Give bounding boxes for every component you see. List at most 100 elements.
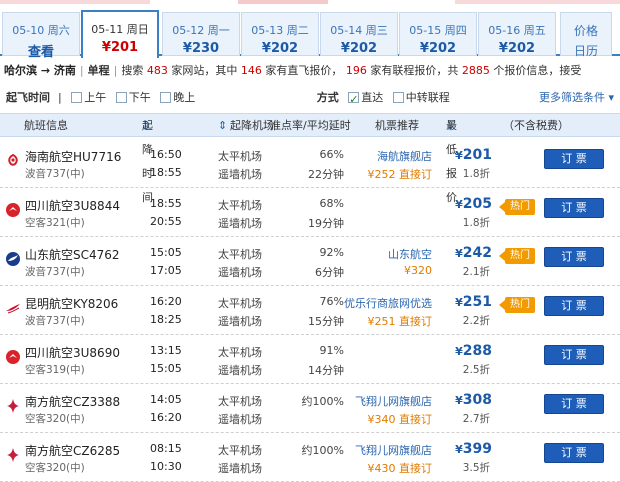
lowest-price: ¥399 [455,441,492,457]
discount: 2.7折 [462,413,490,425]
transfer-checkbox[interactable] [392,92,404,103]
date-tab[interactable]: 05-12 周一 ¥230 [162,12,240,56]
book-button[interactable]: 订 票 [544,443,604,463]
aircraft-type: 空客320(中) [25,413,85,425]
currency-symbol: ¥ [455,198,463,211]
agent-link[interactable]: 飞翔儿网旗舰店 [355,442,432,458]
price-value: 205 [462,196,492,212]
airline-flight: 南方航空CZ3388 [25,395,121,409]
avg-delay: 15分钟 [308,315,344,328]
agent-link[interactable]: 优乐行商旅网优选 [344,295,432,311]
top-banner-strip [0,0,620,8]
lowest-price: ¥251 [455,294,492,310]
ontime-rate: 66% [319,148,344,161]
search-summary: 哈尔滨 → 济南 | 单程 | 搜索 483 家网站，其中 146 家有直飞报价， 19… [0,60,620,82]
departure-time: 15:05 [150,246,182,259]
avg-delay: 14分钟 [308,364,344,377]
direct-book-link[interactable]: ¥340 直接订 [368,411,433,427]
transfer-label: 中转联程 [405,91,450,104]
flight-row: 南方航空CZ3388 空客320(中) 14:05 16:20 太平机场 遥墙机… [0,384,620,433]
arrival-airport: 遥墙机场 [218,266,262,279]
book-button[interactable]: 订 票 [544,149,604,169]
date-tab-selected[interactable]: 05-11 周日 ¥201 [81,10,159,58]
direct-count: 146 [240,64,262,77]
sort-icon[interactable]: ⇕ [218,114,227,138]
date-label: 05-15 周四 [409,24,467,37]
price-calendar-button[interactable]: 价格 日历 [560,12,612,58]
separator: | [58,91,62,104]
direct-book-link[interactable]: ¥251 直接订 [368,313,433,329]
hot-badge: 热门 [499,297,535,313]
departure-airport: 太平机场 [218,346,262,359]
book-button[interactable]: 订 票 [544,296,604,316]
more-filters-link[interactable]: 更多筛选条件 ▾ [539,87,614,109]
book-button[interactable]: 订 票 [544,247,604,267]
arrival-time: 15:05 [150,362,182,375]
currency-symbol: ¥ [455,443,463,456]
direct-checkbox[interactable] [348,89,360,111]
table-header: 航班信息 起降时间 ⇕ ⇕ 起降机场 准点率/平均延时 机票推荐 最低报价 ⇕ （不… [0,113,620,204]
arrival-time: 18:25 [150,313,182,326]
direct-book-link[interactable]: ¥320 [404,264,432,277]
ontime-rate: 76% [319,295,344,308]
hot-badge: 热门 [499,199,535,215]
book-button[interactable]: 订 票 [544,345,604,365]
ontime-rate: 约100% [301,395,344,408]
date-price: ¥201 [101,40,139,55]
col-recommend: 机票推荐 [375,119,419,132]
date-price: ¥202 [340,41,378,56]
direct-book-link[interactable]: ¥252 直接订 [368,166,433,182]
afternoon-checkbox[interactable] [115,92,127,103]
evening-checkbox[interactable] [160,92,172,103]
flight-row: 四川航空3U8844 空客321(中) 18:55 20:55 太平机场 遥墙机… [0,188,620,237]
date-tab[interactable]: 05-13 周二 ¥202 [241,12,319,56]
summary-text: 家有联程报价，共 [370,64,459,77]
csair-logo-icon [5,447,21,463]
lowest-price: ¥308 [455,392,492,408]
departure-airport: 太平机场 [218,395,262,408]
direct-book-link[interactable]: ¥430 直接订 [368,460,433,476]
discount: 2.2折 [462,315,490,327]
avg-delay: 19分钟 [308,217,344,230]
agent-link[interactable]: 海航旗舰店 [377,148,432,164]
airline-flight: 山东航空SC4762 [25,248,120,262]
departure-airport: 太平机场 [218,297,262,310]
col-airport: 起降机场 [230,119,274,132]
hainan-logo-icon [5,153,21,169]
departure-time: 08:15 [150,442,182,455]
date-tab[interactable]: 05-15 周四 ¥202 [399,12,477,56]
connect-count: 196 [345,64,367,77]
agent-link[interactable]: 飞翔儿网旗舰店 [355,393,432,409]
agent-link[interactable]: 山东航空 [388,246,432,262]
arrival-airport: 遥墙机场 [218,168,262,181]
aircraft-type: 空客319(中) [25,364,85,376]
aircraft-type: 空客320(中) [25,462,85,474]
calendar-label-1: 价格 [573,24,598,38]
book-button[interactable]: 订 票 [544,394,604,414]
discount: 3.5折 [462,462,490,474]
departure-airport: 太平机场 [218,150,262,163]
mode-filter-label: 方式 [316,91,339,104]
col-flight: 航班信息 [24,119,68,132]
date-label: 05-11 周日 [91,23,149,36]
date-tab[interactable]: 05-14 周三 ¥202 [320,12,398,56]
book-button[interactable]: 订 票 [544,198,604,218]
date-price: ¥202 [419,41,457,56]
afternoon-label: 下午 [128,91,151,104]
morning-checkbox[interactable] [71,92,83,103]
banner-segment [0,0,150,4]
price-value: 251 [462,294,492,310]
date-tab[interactable]: 05-10 周六 查看 [2,12,80,60]
avg-delay: 22分钟 [308,168,344,181]
avg-delay: 6分钟 [315,266,344,279]
filter-bar: 起飞时间 | 上午 下午 晚上 方式 直达 中转联程 更多筛选条件 ▾ [0,87,620,111]
currency-symbol: ¥ [455,247,463,260]
date-tab[interactable]: 05-16 周五 ¥202 [478,12,556,56]
flight-row: 山东航空SC4762 波音737(中) 15:05 17:05 太平机场 遥墙机… [0,237,620,286]
discount: 1.8折 [462,168,490,180]
currency-symbol: ¥ [455,345,463,358]
price-value: 308 [462,392,492,408]
ontime-rate: 68% [319,197,344,210]
direct-label: 直达 [361,91,384,104]
sort-icon: ⇕ [446,119,456,132]
